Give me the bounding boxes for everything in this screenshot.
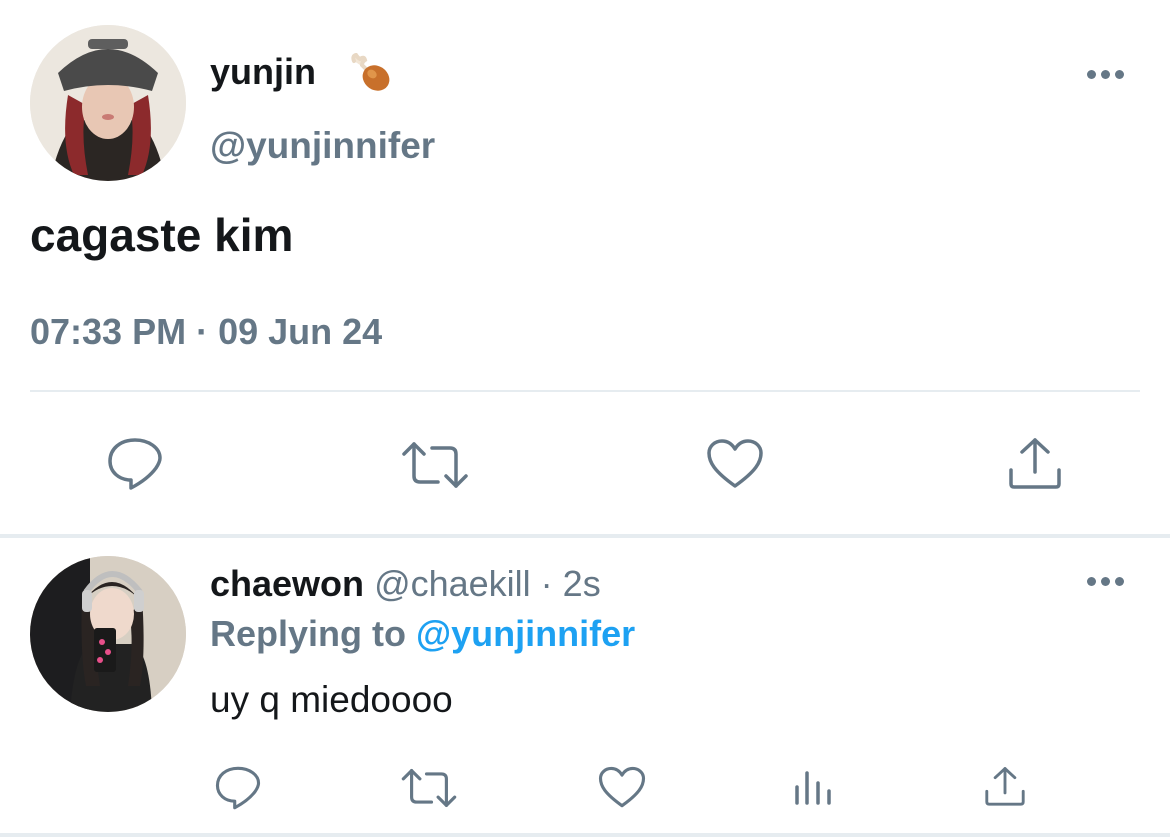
retweet-icon[interactable] xyxy=(400,440,470,490)
meta-separator: · xyxy=(530,563,563,604)
author-display-name[interactable]: yunjin xyxy=(210,50,316,94)
reply-text: uy q miedoooo xyxy=(210,679,453,720)
avatar[interactable] xyxy=(30,556,186,712)
drumstick-icon xyxy=(348,52,392,93)
like-icon[interactable] xyxy=(598,766,646,809)
divider xyxy=(0,833,1170,837)
tweet-timestamp[interactable]: 07:33 PM · 09 Jun 24 xyxy=(30,310,382,354)
views-icon[interactable] xyxy=(792,765,834,807)
reply-display-name[interactable]: chaewon xyxy=(210,563,364,604)
reply-handle[interactable]: @chaekill xyxy=(374,563,531,604)
retweet-icon[interactable] xyxy=(400,767,458,809)
divider xyxy=(30,390,1140,392)
avatar[interactable] xyxy=(30,25,186,181)
more-options-icon[interactable] xyxy=(1087,70,1127,82)
share-icon[interactable] xyxy=(1006,436,1064,490)
tweet-text: cagaste kim xyxy=(30,209,294,261)
replying-to-mention[interactable]: @yunjinnifer xyxy=(416,613,635,654)
share-icon[interactable] xyxy=(983,765,1027,807)
reply-icon[interactable] xyxy=(106,436,164,492)
reply-header: chaewon @chaekill · 2s xyxy=(210,562,601,606)
reply-icon[interactable] xyxy=(214,765,262,811)
like-icon[interactable] xyxy=(706,438,764,490)
divider xyxy=(0,534,1170,538)
reply-time[interactable]: 2s xyxy=(563,563,601,604)
author-handle[interactable]: @yunjinnifer xyxy=(210,124,435,168)
replying-to-line: Replying to @yunjinnifer xyxy=(210,612,635,656)
replying-to-label: Replying to xyxy=(210,613,416,654)
more-options-icon[interactable] xyxy=(1087,577,1127,589)
